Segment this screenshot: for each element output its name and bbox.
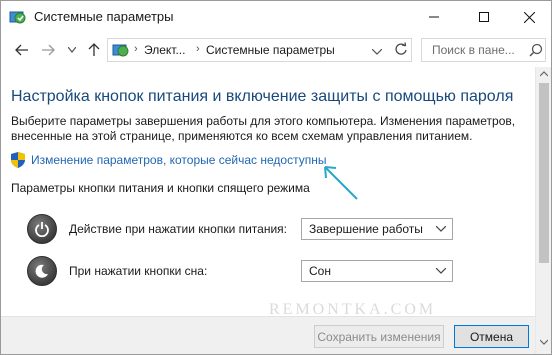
breadcrumb-item[interactable]: Системные параметры: [206, 43, 335, 57]
watermark: REMONTKA.COM: [269, 301, 437, 318]
minimize-button[interactable]: [411, 1, 457, 33]
back-arrow-icon: [15, 44, 28, 56]
close-button[interactable]: [506, 1, 551, 33]
control-panel-icon: [9, 9, 26, 25]
search-placeholder: Поиск в пане...: [432, 43, 515, 57]
cancel-button[interactable]: Отмена: [454, 325, 529, 348]
select-value: Сон: [309, 264, 331, 278]
main-content: Настройка кнопок питания и включение защ…: [1, 67, 535, 354]
address-dropdown-button[interactable]: [371, 44, 386, 56]
back-button[interactable]: [13, 41, 31, 59]
search-icon: [529, 43, 543, 57]
chevron-down-icon: [436, 268, 446, 274]
power-button-action-select[interactable]: Завершение работы: [301, 218, 453, 240]
scrollbar-thumb[interactable]: [539, 83, 549, 263]
breadcrumb-separator: ›: [196, 43, 200, 55]
power-button-action-label: Действие при нажатии кнопки питания:: [69, 222, 288, 236]
close-icon: [523, 11, 535, 23]
maximize-icon: [479, 12, 489, 22]
vertical-scrollbar[interactable]: [535, 67, 551, 354]
control-panel-icon: [112, 42, 129, 58]
maximize-button[interactable]: [461, 1, 507, 33]
address-bar[interactable]: › Элект... › Системные параметры: [107, 38, 412, 62]
recent-locations-button[interactable]: [63, 41, 81, 59]
up-button[interactable]: [85, 41, 103, 59]
section-title: Параметры кнопки питания и кнопки спящег…: [11, 181, 310, 195]
chevron-down-icon: [68, 47, 76, 53]
page-title: Настройка кнопок питания и включение защ…: [11, 88, 514, 105]
chevron-down-icon: [371, 48, 383, 55]
navigation-bar: › Элект... › Системные параметры Поиск в…: [1, 33, 551, 67]
control-panel-window: Системные параметры › Элект... › Системн…: [0, 0, 552, 355]
uac-shield-icon: [11, 152, 25, 168]
forward-arrow-icon: [42, 44, 55, 56]
breadcrumb-separator: ›: [134, 43, 138, 55]
up-arrow-icon: [88, 43, 100, 56]
change-unavailable-settings-link[interactable]: Изменение параметров, которые сейчас нед…: [31, 153, 327, 167]
annotation-arrow-icon: [324, 166, 358, 200]
footer-bar: Сохранить изменения Отмена: [1, 316, 535, 354]
select-value: Завершение работы: [309, 222, 423, 236]
sleep-button-action-label: При нажатии кнопки сна:: [69, 264, 208, 278]
power-icon: [27, 214, 57, 244]
save-changes-button[interactable]: Сохранить изменения: [314, 325, 444, 348]
breadcrumb-item[interactable]: Элект...: [144, 43, 185, 57]
window-title: Системные параметры: [34, 9, 174, 24]
title-bar: Системные параметры: [1, 1, 551, 33]
refresh-icon: [395, 42, 407, 55]
search-box[interactable]: Поиск в пане...: [421, 38, 546, 62]
minimize-icon: [429, 16, 439, 18]
sleep-icon: [27, 256, 57, 286]
sleep-button-action-select[interactable]: Сон: [301, 260, 453, 282]
scroll-up-icon[interactable]: [540, 71, 548, 77]
refresh-button[interactable]: [394, 42, 410, 58]
scroll-down-icon[interactable]: [540, 339, 548, 345]
forward-button[interactable]: [39, 41, 57, 59]
page-description: Выберите параметры завершения работы для…: [11, 114, 516, 143]
chevron-down-icon: [436, 226, 446, 232]
